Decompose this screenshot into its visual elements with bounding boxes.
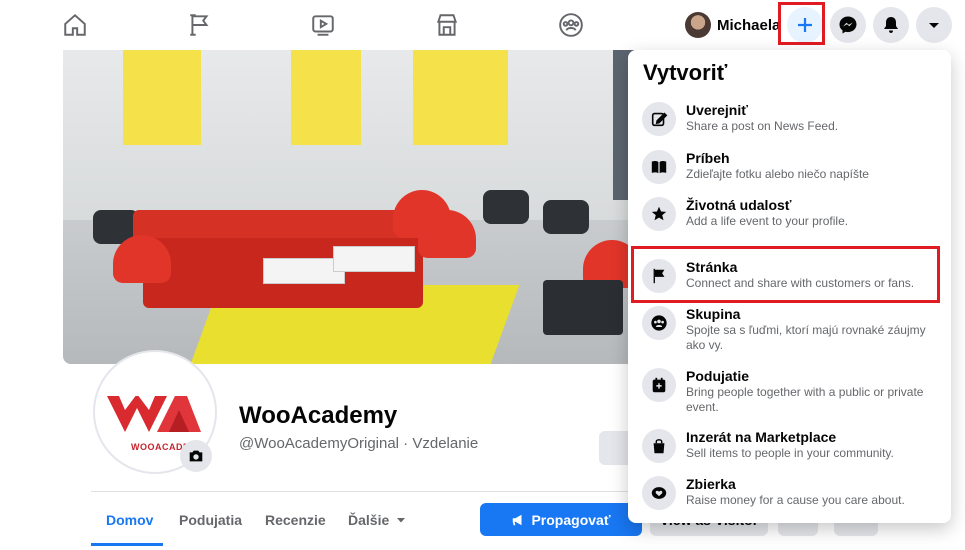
messenger-icon — [839, 16, 857, 34]
menu-item-life-event[interactable]: Životná udalosť Add a life event to your… — [636, 197, 942, 231]
promote-button[interactable]: Propagovať — [480, 503, 642, 536]
menu-item-description: Connect and share with customers or fans… — [686, 276, 915, 290]
menu-item-description: Add a life event to your profile. — [686, 214, 849, 228]
shopping-bag-icon — [642, 429, 676, 463]
home-icon[interactable] — [55, 8, 95, 42]
account-menu-button[interactable] — [916, 7, 952, 43]
cover-laptop — [543, 280, 623, 335]
menu-item-label: Životná udalosť — [686, 197, 792, 213]
event-icon — [642, 368, 676, 402]
cover-poster — [291, 50, 361, 145]
tab-dalsie-label: Ďalšie — [348, 512, 390, 528]
megaphone-icon — [513, 514, 522, 525]
create-button[interactable] — [787, 7, 823, 43]
notifications-button[interactable] — [873, 7, 909, 43]
menu-item-description: Raise money for a cause you care about. — [686, 493, 905, 507]
create-plus-icon — [798, 18, 812, 32]
book-icon — [642, 150, 676, 184]
account-menu-icon — [929, 23, 939, 28]
menu-item-fundraiser[interactable]: Zbierka Raise money for a cause you care… — [636, 476, 942, 510]
messenger-button[interactable] — [830, 7, 866, 43]
menu-item-label: Príbeh — [686, 150, 730, 166]
menu-item-label: Podujatie — [686, 368, 750, 384]
flag-icon[interactable] — [180, 8, 220, 42]
star-icon — [642, 197, 676, 231]
menu-item-description: Spojte sa s ľuďmi, ktorí majú rovnaké zá… — [686, 323, 926, 352]
menu-item-post[interactable]: Uverejniť Share a post on News Feed. — [636, 102, 942, 136]
wooacademy-logo — [107, 396, 201, 432]
compose-icon — [642, 102, 676, 136]
menu-item-label: Zbierka — [686, 476, 736, 492]
menu-item-group[interactable]: Skupina Spojte sa s ľuďmi, ktorí majú ro… — [636, 306, 942, 353]
chevron-down-icon — [397, 518, 406, 523]
avatar — [685, 12, 711, 38]
cover-table — [333, 246, 415, 272]
profile-name: Michaela — [717, 16, 781, 34]
watch-icon[interactable] — [303, 8, 343, 42]
promote-label: Propagovať — [531, 511, 611, 528]
active-tab-indicator — [91, 543, 163, 546]
tab-dalsie[interactable]: Ďalšie — [348, 512, 406, 528]
tab-podujatia[interactable]: Podujatia — [179, 512, 242, 528]
menu-item-label: Uverejniť — [686, 102, 748, 118]
menu-item-story[interactable]: Príbeh Zdieľajte fotku alebo niečo napíš… — [636, 150, 942, 184]
menu-item-marketplace-listing[interactable]: Inzerát na Marketplace Sell items to peo… — [636, 429, 942, 463]
group-icon — [642, 306, 676, 340]
menu-item-description: Zdieľajte fotku alebo niečo napíšte — [686, 167, 869, 181]
menu-item-description: Share a post on News Feed. — [686, 119, 839, 133]
menu-item-description: Bring people together with a public or p… — [686, 385, 924, 414]
menu-item-description: Sell items to people in your community. — [686, 446, 894, 460]
top-navigation-bar: Michaela — [0, 0, 965, 51]
update-photo-button[interactable] — [180, 440, 212, 472]
tab-domov[interactable]: Domov — [106, 512, 153, 528]
cover-poster — [123, 50, 201, 145]
tab-recenzie[interactable]: Recenzie — [265, 512, 326, 528]
cover-chair — [543, 200, 589, 234]
cover-chair — [483, 190, 529, 224]
page-title: WooAcademy — [239, 402, 398, 429]
cover-poster — [413, 50, 508, 145]
menu-item-page[interactable]: Stránka Connect and share with customers… — [636, 259, 942, 293]
create-menu: Vytvoriť Uverejniť Share a post on News … — [628, 50, 951, 523]
notifications-bell-icon — [884, 17, 898, 33]
fundraiser-icon — [642, 476, 676, 510]
menu-item-label: Stránka — [686, 259, 738, 275]
groups-icon[interactable] — [551, 8, 591, 42]
menu-item-label: Skupina — [686, 306, 741, 322]
camera-icon — [189, 450, 203, 462]
marketplace-icon[interactable] — [427, 8, 467, 42]
page-username-category: @WooAcademyOriginal · Vzdelanie — [239, 435, 479, 452]
flag-icon — [642, 259, 676, 293]
menu-item-event[interactable]: Podujatie Bring people together with a p… — [636, 368, 942, 415]
cover-photo — [63, 50, 723, 364]
menu-item-label: Inzerát na Marketplace — [686, 429, 837, 445]
profile-shortcut[interactable]: Michaela — [679, 8, 786, 42]
create-menu-title: Vytvoriť — [643, 60, 728, 85]
